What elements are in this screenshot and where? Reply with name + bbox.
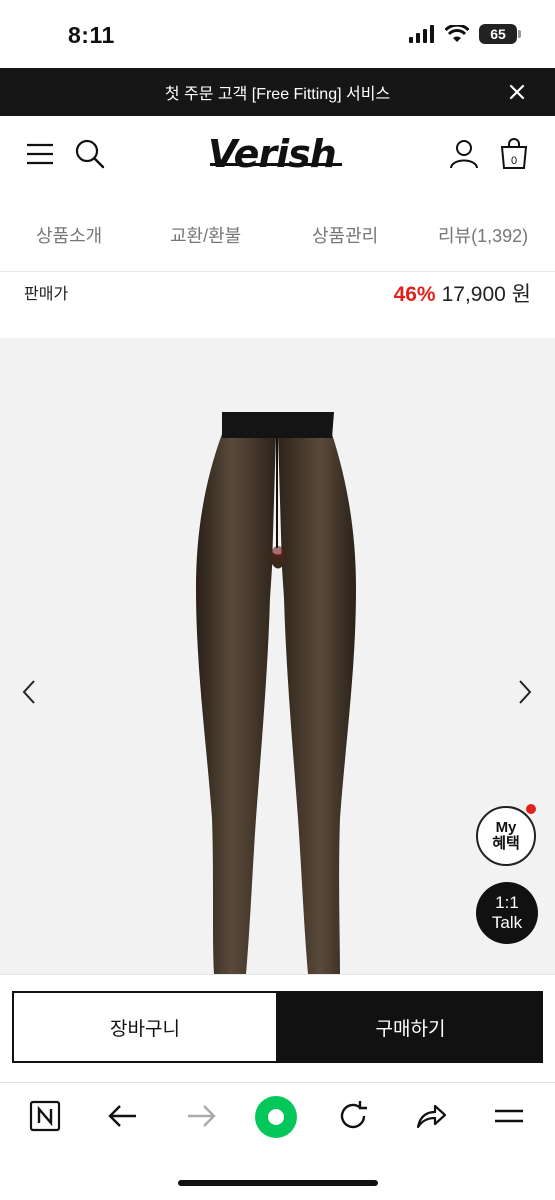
buy-now-button[interactable]: 구매하기 — [278, 991, 543, 1063]
tab-exchange-refund[interactable]: 교환/환불 — [170, 222, 241, 248]
promo-text: 첫 주문 고객 [Free Fitting] 서비스 — [164, 86, 391, 103]
tab-product-care[interactable]: 상품관리 — [312, 222, 378, 248]
tab-reviews[interactable]: 리뷰(1,392) — [438, 222, 528, 248]
user-icon[interactable] — [448, 138, 480, 170]
talk-line1: 1:1 — [495, 893, 519, 912]
promo-banner[interactable]: 첫 주문 고객 [Free Fitting] 서비스 — [0, 68, 555, 116]
close-icon[interactable] — [505, 80, 529, 104]
product-image-carousel[interactable] — [0, 338, 555, 974]
refresh-icon[interactable] — [336, 1099, 370, 1133]
signal-icon — [409, 25, 434, 43]
menu-icon[interactable] — [24, 138, 56, 170]
status-icons: 65 — [409, 24, 521, 44]
notification-dot — [526, 804, 536, 814]
site-header: Verish 0 — [0, 116, 555, 196]
status-time: 8:11 — [68, 22, 115, 48]
tab-product-info[interactable]: 상품소개 — [36, 222, 102, 248]
talk-button[interactable]: 1:1 Talk — [476, 882, 538, 944]
menu-lines-icon[interactable] — [492, 1099, 526, 1133]
search-icon[interactable] — [74, 138, 106, 170]
logo-underline — [210, 163, 342, 166]
discount-rate: 46% — [393, 283, 436, 306]
product-image — [196, 412, 356, 974]
back-arrow-icon[interactable] — [106, 1099, 140, 1133]
my-benefit-label: My 혜택 — [492, 820, 520, 852]
my-benefit-line2: 혜택 — [492, 835, 520, 852]
purchase-bar: 장바구니 구매하기 — [0, 974, 555, 1082]
battery-icon: 65 — [479, 24, 521, 44]
brand-logo[interactable]: Verish — [208, 132, 337, 176]
wifi-icon — [445, 25, 469, 42]
svg-text:0: 0 — [511, 155, 517, 167]
green-dot-icon[interactable] — [254, 1095, 298, 1139]
chevron-left-icon[interactable] — [18, 678, 40, 706]
add-to-cart-button[interactable]: 장바구니 — [12, 991, 278, 1063]
forward-arrow-icon[interactable] — [184, 1099, 218, 1133]
talk-line2: Talk — [491, 913, 523, 932]
price-display: 46% 17,900 원 — [394, 278, 531, 308]
talk-label: 1:1 Talk — [492, 893, 522, 933]
naver-icon[interactable] — [28, 1099, 62, 1133]
chevron-right-icon[interactable] — [514, 678, 536, 706]
price-row: 판매가 46% 17,900 원 — [0, 272, 555, 336]
home-indicator — [178, 1180, 378, 1186]
status-bar: 8:11 65 — [0, 0, 555, 68]
share-icon[interactable] — [414, 1099, 448, 1133]
my-benefit-line1: My — [495, 819, 517, 836]
price-label: 판매가 — [24, 286, 69, 303]
product-tabs: 상품소개 교환/환불 상품관리 리뷰(1,392) — [0, 200, 555, 272]
my-benefit-button[interactable]: My 혜택 — [476, 804, 536, 866]
sale-price: 17,900 원 — [441, 283, 531, 306]
cart-icon[interactable]: 0 — [498, 138, 530, 170]
